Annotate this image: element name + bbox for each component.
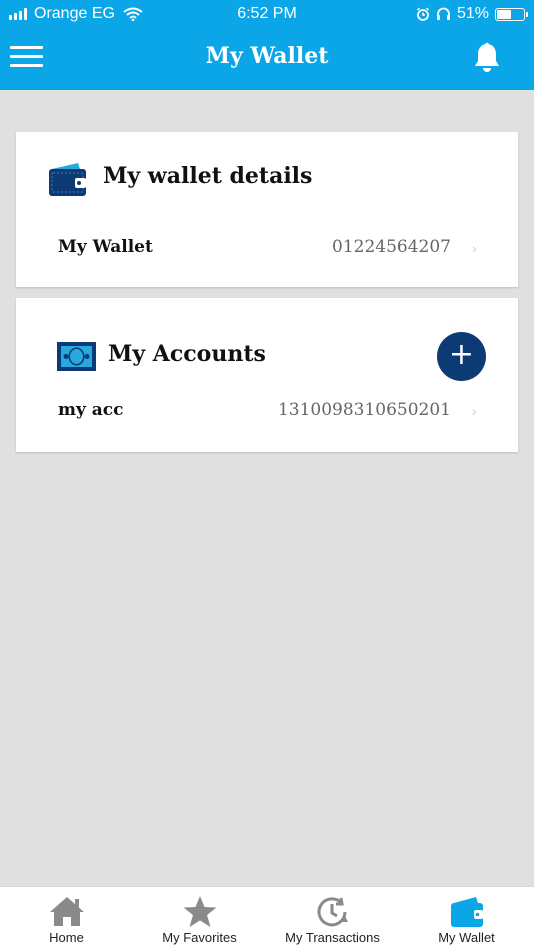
tab-home[interactable]: Home bbox=[0, 887, 133, 951]
tab-favorites[interactable]: My Favorites bbox=[133, 887, 266, 951]
home-icon bbox=[49, 897, 84, 926]
tab-wallet[interactable]: My Wallet bbox=[400, 887, 533, 951]
wallet-number: 01224564207 bbox=[332, 237, 451, 257]
notification-bell-icon[interactable] bbox=[472, 42, 502, 74]
tab-transactions-label: My Transactions bbox=[285, 930, 380, 945]
account-number: 1310098310650201 bbox=[277, 400, 451, 420]
headphones-icon bbox=[436, 7, 450, 20]
alarm-icon bbox=[416, 7, 429, 21]
wallet-details-card: My wallet details My Wallet 01224564207 … bbox=[16, 132, 518, 287]
accounts-title: My Accounts bbox=[108, 341, 266, 367]
star-icon bbox=[183, 896, 216, 927]
chevron-right-icon: › bbox=[472, 240, 477, 256]
page-title: My Wallet bbox=[205, 43, 329, 69]
tab-favorites-label: My Favorites bbox=[162, 930, 237, 945]
status-right: 51% bbox=[416, 5, 528, 23]
money-icon bbox=[57, 342, 96, 371]
tab-transactions[interactable]: My Transactions bbox=[266, 887, 399, 951]
clock-icon bbox=[317, 897, 348, 927]
accounts-card: My Accounts + my acc 1310098310650201 › bbox=[16, 298, 518, 452]
tab-wallet-label: My Wallet bbox=[438, 930, 495, 945]
wallet-icon bbox=[49, 163, 86, 196]
battery-icon bbox=[495, 7, 528, 21]
add-account-button[interactable]: + bbox=[437, 332, 486, 381]
chevron-right-icon: › bbox=[472, 403, 477, 419]
tab-home-label: Home bbox=[49, 930, 84, 945]
wallet-row[interactable]: My Wallet 01224564207 › bbox=[16, 230, 518, 270]
status-bar: Orange EG 6:52 PM 51% bbox=[0, 0, 534, 28]
menu-button[interactable] bbox=[10, 46, 43, 68]
tab-bar: Home My Favorites My Transactions My Wal… bbox=[0, 886, 534, 951]
wallet-details-title: My wallet details bbox=[103, 163, 313, 189]
account-name: my acc bbox=[58, 400, 124, 420]
account-row[interactable]: my acc 1310098310650201 › bbox=[16, 396, 518, 430]
battery-percent: 51% bbox=[456, 5, 489, 22]
app-header: Orange EG 6:52 PM 51% My Wallet bbox=[0, 0, 534, 90]
wallet-label: My Wallet bbox=[58, 237, 153, 257]
wallet-icon bbox=[450, 897, 483, 927]
